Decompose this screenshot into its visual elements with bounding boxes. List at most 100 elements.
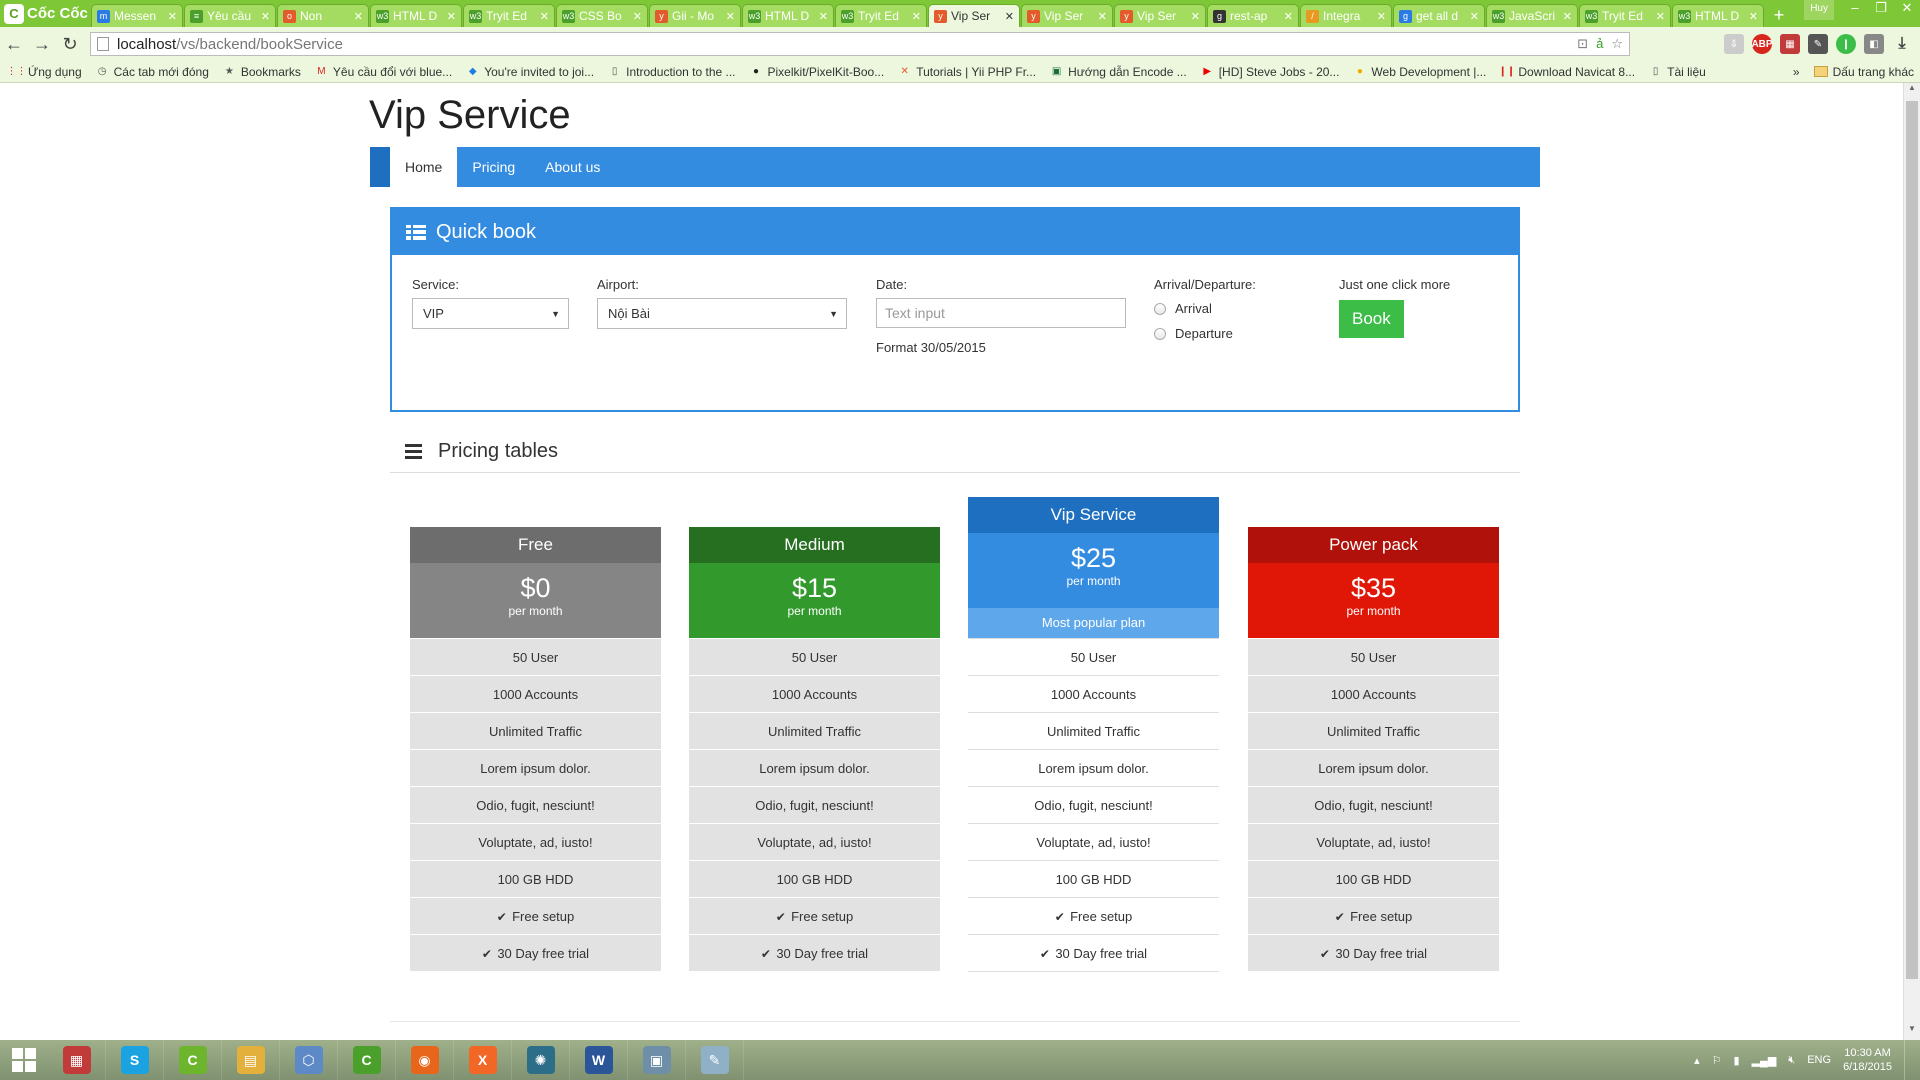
radio-departure-icon[interactable] [1154, 327, 1166, 340]
forward-icon[interactable]: → [28, 34, 56, 55]
bookmark-item[interactable]: ⋮⋮ Ứng dụng [7, 65, 82, 79]
browser-tab[interactable]: ≡ Yêu cầu ✕ [184, 4, 276, 27]
tray-flag-icon[interactable]: ⚐ [1712, 1054, 1722, 1067]
browser-tab[interactable]: y Gii - Mo ✕ [649, 4, 741, 27]
taskbar-app-coccoc[interactable]: C [164, 1040, 222, 1080]
browser-tab[interactable]: w3 HTML D ✕ [370, 4, 462, 27]
language-indicator[interactable]: ENG [1807, 1054, 1831, 1066]
translate-icon[interactable]: ⊡ [1577, 36, 1588, 52]
taskbar-app-word[interactable]: W [570, 1040, 628, 1080]
tab-close-icon[interactable]: ✕ [1563, 10, 1572, 23]
minimize-icon[interactable]: – [1842, 0, 1868, 20]
tab-close-icon[interactable]: ✕ [261, 10, 270, 23]
bookmark-item[interactable]: ● Web Development |... [1353, 65, 1486, 79]
browser-tab[interactable]: y Vip Ser ✕ [928, 4, 1020, 27]
tab-close-icon[interactable]: ✕ [1098, 10, 1107, 23]
tab-close-icon[interactable]: ✕ [912, 10, 921, 23]
maximize-icon[interactable]: ❐ [1868, 0, 1894, 20]
bookmark-item[interactable]: ❙❙ Download Navicat 8... [1499, 65, 1636, 79]
tab-close-icon[interactable]: ✕ [819, 10, 828, 23]
tab-close-icon[interactable]: ✕ [726, 10, 735, 23]
browser-tab[interactable]: y Vip Ser ✕ [1021, 4, 1113, 27]
extension-tool-icon[interactable]: ✎ [1808, 34, 1828, 54]
close-window-icon[interactable]: ✕ [1894, 0, 1920, 20]
radio-departure[interactable]: Departure [1154, 326, 1304, 341]
nav-about-us[interactable]: About us [530, 147, 615, 187]
page-scrollbar[interactable]: ▲ ▼ [1903, 83, 1920, 1040]
start-button[interactable] [0, 1040, 48, 1080]
taskbar-app-coccoc-2[interactable]: C [338, 1040, 396, 1080]
bookmarks-more-button[interactable]: » [1793, 65, 1800, 79]
browser-tab[interactable]: w3 Tryit Ed ✕ [835, 4, 927, 27]
browser-tab[interactable]: g rest-ap ✕ [1207, 4, 1299, 27]
taskbar-app-skype[interactable]: S [106, 1040, 164, 1080]
tray-battery-icon[interactable]: ▮ [1734, 1054, 1740, 1067]
taskbar-app-firefox[interactable]: ◉ [396, 1040, 454, 1080]
bookmark-item[interactable]: ◷ Các tab mới đóng [96, 65, 209, 79]
browser-tab[interactable]: w3 HTML D ✕ [742, 4, 834, 27]
coccoc-dictionary-icon[interactable]: ả [1596, 36, 1603, 52]
browser-tab[interactable]: w3 CSS Bo ✕ [556, 4, 648, 27]
scroll-down-icon[interactable]: ▼ [1904, 1024, 1920, 1040]
bookmark-item[interactable]: M Yêu cầu đổi với blue... [315, 65, 452, 79]
extension-grid-icon[interactable]: ▦ [1780, 34, 1800, 54]
taskbar-app-paint[interactable]: ▦ [48, 1040, 106, 1080]
tab-close-icon[interactable]: ✕ [1191, 10, 1200, 23]
scroll-thumb[interactable] [1906, 101, 1918, 979]
bookmark-item[interactable]: ▣ Hướng dẫn Encode ... [1050, 65, 1187, 79]
radio-arrival[interactable]: Arrival [1154, 301, 1304, 316]
taskbar-app-explorer[interactable]: ▤ [222, 1040, 280, 1080]
reload-icon[interactable]: ↻ [56, 34, 84, 55]
taskbar-app-box[interactable]: ⬡ [280, 1040, 338, 1080]
nav-home[interactable]: Home [390, 147, 458, 187]
bookmark-item[interactable]: ▯ Introduction to the ... [608, 65, 736, 79]
browser-tab[interactable]: w3 Tryit Ed ✕ [1579, 4, 1671, 27]
taskbar-app-xampp[interactable]: X [454, 1040, 512, 1080]
airport-select[interactable]: Nội Bài ▼ [597, 298, 847, 329]
tab-close-icon[interactable]: ✕ [1470, 10, 1479, 23]
address-bar[interactable]: localhost/vs/backend/bookService ⊡ ả ☆ [90, 32, 1630, 56]
scroll-up-icon[interactable]: ▲ [1904, 83, 1920, 99]
download-icon[interactable]: ⇩ [1724, 34, 1744, 54]
tab-close-icon[interactable]: ✕ [1284, 10, 1293, 23]
other-bookmarks[interactable]: Dấu trang khác [1833, 65, 1914, 79]
tab-close-icon[interactable]: ✕ [1005, 10, 1014, 23]
browser-tab[interactable]: m Messen ✕ [91, 4, 183, 27]
book-button[interactable]: Book [1339, 300, 1404, 338]
bookmark-item[interactable]: ★ Bookmarks [223, 65, 301, 79]
tab-close-icon[interactable]: ✕ [447, 10, 456, 23]
bookmark-item[interactable]: ▯ Tài liệu [1649, 65, 1706, 79]
tab-close-icon[interactable]: ✕ [540, 10, 549, 23]
tab-close-icon[interactable]: ✕ [1749, 10, 1758, 23]
adblock-icon[interactable]: ABP [1751, 34, 1773, 54]
tray-up-icon[interactable]: ▴ [1694, 1054, 1700, 1067]
tab-close-icon[interactable]: ✕ [168, 10, 177, 23]
browser-tab[interactable]: w3 Tryit Ed ✕ [463, 4, 555, 27]
browser-tab[interactable]: g get all d ✕ [1393, 4, 1485, 27]
browser-tab[interactable]: y Vip Ser ✕ [1114, 4, 1206, 27]
extension-puzzle-icon[interactable]: ◧ [1864, 34, 1884, 54]
clock[interactable]: 10:30 AM 6/18/2015 [1843, 1046, 1892, 1074]
bookmark-star-icon[interactable]: ☆ [1611, 36, 1623, 52]
extension-toggle-icon[interactable]: ❙ [1836, 34, 1856, 54]
tab-close-icon[interactable]: ✕ [354, 10, 363, 23]
bookmark-item[interactable]: ◆ You're invited to joi... [466, 65, 594, 79]
tab-close-icon[interactable]: ✕ [1656, 10, 1665, 23]
browser-brand[interactable]: C Cốc Cốc [0, 0, 90, 27]
tab-close-icon[interactable]: ✕ [633, 10, 642, 23]
date-input[interactable]: Text input [876, 298, 1126, 328]
browser-tab[interactable]: / Integra ✕ [1300, 4, 1392, 27]
bookmark-item[interactable]: ✕ Tutorials | Yii PHP Fr... [898, 65, 1037, 79]
nav-pricing[interactable]: Pricing [457, 147, 530, 187]
taskbar-app-globe[interactable]: ✺ [512, 1040, 570, 1080]
bookmark-item[interactable]: ● Pixelkit/PixelKit-Boo... [750, 65, 884, 79]
taskbar-app-notepad[interactable]: ✎ [686, 1040, 744, 1080]
browser-tab[interactable]: o Non ✕ [277, 4, 369, 27]
download-manager-icon[interactable]: ⤓ [1892, 34, 1912, 54]
service-select[interactable]: VIP ▼ [412, 298, 569, 329]
show-desktop-button[interactable] [1904, 1040, 1910, 1080]
bookmark-item[interactable]: ▶ [HD] Steve Jobs - 20... [1201, 65, 1339, 79]
tab-close-icon[interactable]: ✕ [1377, 10, 1386, 23]
browser-tab[interactable]: w3 JavaScri ✕ [1486, 4, 1578, 27]
volume-muted-icon[interactable]: 🔇︎ [1788, 1054, 1795, 1067]
